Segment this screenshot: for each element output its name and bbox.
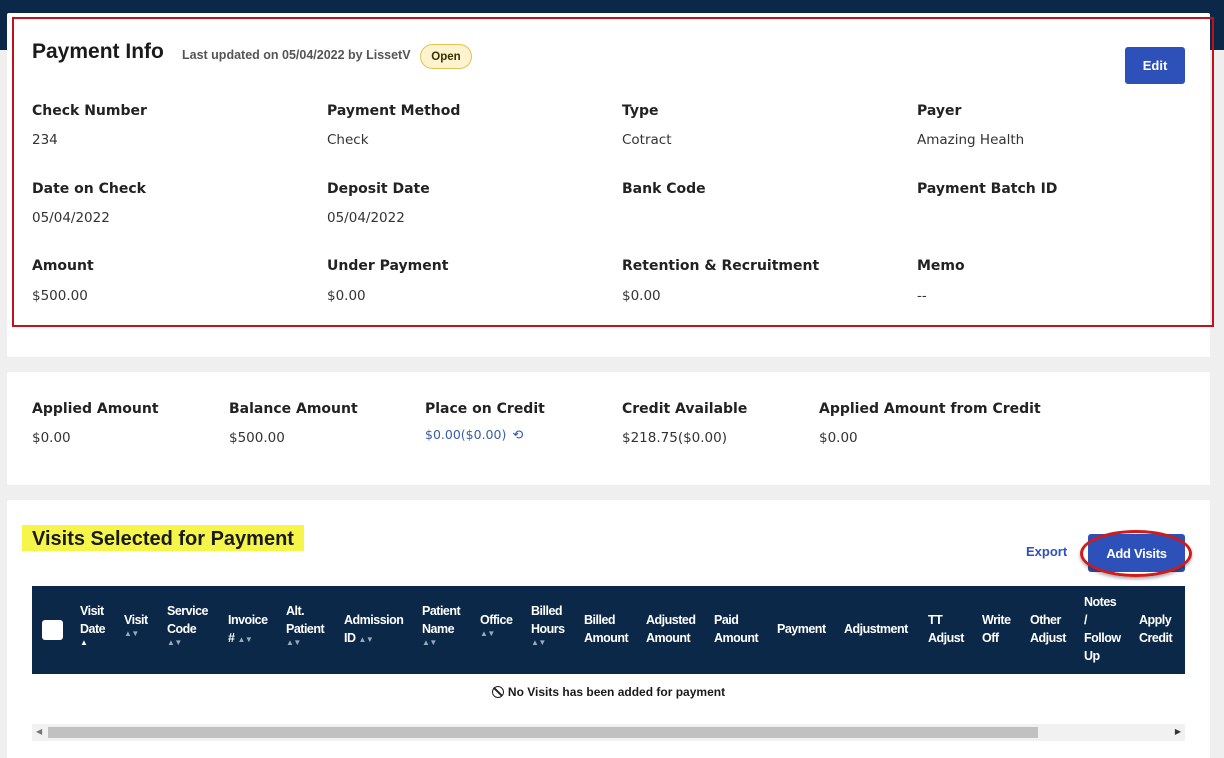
date-on-check-value: 05/04/2022 (32, 210, 110, 226)
deposit-date-label: Deposit Date (327, 181, 430, 197)
col-visit[interactable]: Visit ▲▼ (124, 611, 148, 639)
credit-available-value: $218.75($0.00) (622, 430, 728, 446)
scrollbar-thumb[interactable] (48, 727, 1038, 738)
under-payment-label: Under Payment (327, 258, 449, 274)
scroll-right-icon[interactable]: ▶ (1175, 727, 1181, 736)
col-paid-amount: Paid Amount (714, 613, 759, 645)
type-value: Cotract (622, 132, 672, 148)
place-on-credit-link[interactable]: $0.00($0.00) ⟲ (425, 427, 523, 443)
ban-icon (491, 686, 504, 698)
applied-from-credit-value: $0.00 (819, 430, 858, 446)
deposit-date-value: 05/04/2022 (327, 210, 405, 226)
place-on-credit-label: Place on Credit (425, 401, 545, 417)
col-write-off: Write Off (982, 613, 1011, 645)
col-billed-amount: Billed Amount (584, 613, 629, 645)
col-service-code[interactable]: Service Code ▲▼ (167, 602, 208, 648)
retention-label: Retention & Recruitment (622, 258, 820, 274)
col-other-adjust: Other Adjust (1030, 613, 1066, 645)
payer-label: Payer (917, 103, 962, 119)
under-payment-value: $0.00 (327, 288, 366, 304)
amount-value: $500.00 (32, 288, 88, 304)
sort-asc-icon[interactable]: ▲ (80, 638, 105, 648)
col-visit-date[interactable]: Visit Date ▲ (80, 602, 106, 648)
payment-method-label: Payment Method (327, 103, 461, 119)
col-apply-credit: Apply Credit (1139, 613, 1173, 645)
sort-icon[interactable]: ▲▼ (286, 638, 324, 648)
last-updated-text: Last updated on 05/04/2022 by LissetV (182, 48, 411, 62)
sort-icon[interactable]: ▲▼ (531, 638, 565, 648)
section-title: Visits Selected for Payment (22, 525, 304, 551)
applied-from-credit-label: Applied Amount from Credit (819, 401, 1041, 417)
balance-amount-label: Balance Amount (229, 401, 358, 417)
table-header: Visit Date ▲ Visit ▲▼ Service Code ▲▼ Invoice… (32, 586, 1185, 674)
sort-icon[interactable]: ▲▼ (422, 638, 460, 648)
payer-value: Amazing Health (917, 132, 1025, 148)
col-invoice[interactable]: Invoice # ▲▼ (228, 611, 268, 649)
bank-code-label: Bank Code (622, 181, 706, 197)
col-notes: Notes / Follow Up (1084, 595, 1121, 663)
col-admission-id[interactable]: Admission ID ▲▼ (344, 611, 404, 649)
place-on-credit-value[interactable]: $0.00($0.00) (425, 427, 506, 442)
amount-label: Amount (32, 258, 94, 274)
status-badge: Open (420, 44, 472, 69)
export-link[interactable]: Export (1026, 544, 1067, 559)
edit-button[interactable]: Edit (1125, 47, 1185, 84)
col-adjusted-amount: Adjusted Amount (646, 613, 696, 645)
summary-card (7, 372, 1210, 485)
applied-amount-label: Applied Amount (32, 401, 159, 417)
memo-value: -- (917, 288, 927, 304)
col-adjustment: Adjustment (844, 622, 908, 636)
col-payment: Payment (777, 622, 826, 636)
sort-icon[interactable]: ▲▼ (480, 629, 512, 639)
col-patient-name[interactable]: Patient Name ▲▼ (422, 602, 461, 648)
col-tt-adjust: TT Adjust (928, 613, 964, 645)
payment-method-value: Check (327, 132, 369, 148)
col-billed-hours[interactable]: Billed Hours ▲▼ (531, 602, 565, 648)
history-icon[interactable]: ⟲ (512, 428, 523, 443)
horizontal-scrollbar[interactable]: ◀ ▶ (32, 724, 1185, 741)
type-label: Type (622, 103, 659, 119)
empty-table-row: No Visits has been added for payment (32, 674, 1185, 710)
retention-value: $0.00 (622, 288, 661, 304)
balance-amount-value: $500.00 (229, 430, 285, 446)
sort-icon[interactable]: ▲▼ (237, 635, 252, 644)
col-alt-patient[interactable]: Alt. Patient ▲▼ (286, 602, 325, 648)
sort-icon[interactable]: ▲▼ (124, 629, 148, 639)
payment-batch-id-label: Payment Batch ID (917, 181, 1058, 197)
sort-icon[interactable]: ▲▼ (167, 638, 208, 648)
empty-message: No Visits has been added for payment (507, 685, 726, 699)
credit-available-label: Credit Available (622, 401, 748, 417)
scroll-left-icon[interactable]: ◀ (36, 727, 42, 736)
sort-icon[interactable]: ▲▼ (358, 635, 373, 644)
select-all-checkbox[interactable] (42, 620, 63, 640)
date-on-check-label: Date on Check (32, 181, 146, 197)
check-number-value: 234 (32, 132, 58, 148)
applied-amount-value: $0.00 (32, 430, 71, 446)
memo-label: Memo (917, 258, 965, 274)
page-title: Payment Info (32, 40, 164, 63)
check-number-label: Check Number (32, 103, 147, 119)
add-visits-button[interactable]: Add Visits (1088, 534, 1185, 572)
col-office[interactable]: Office ▲▼ (480, 611, 513, 639)
